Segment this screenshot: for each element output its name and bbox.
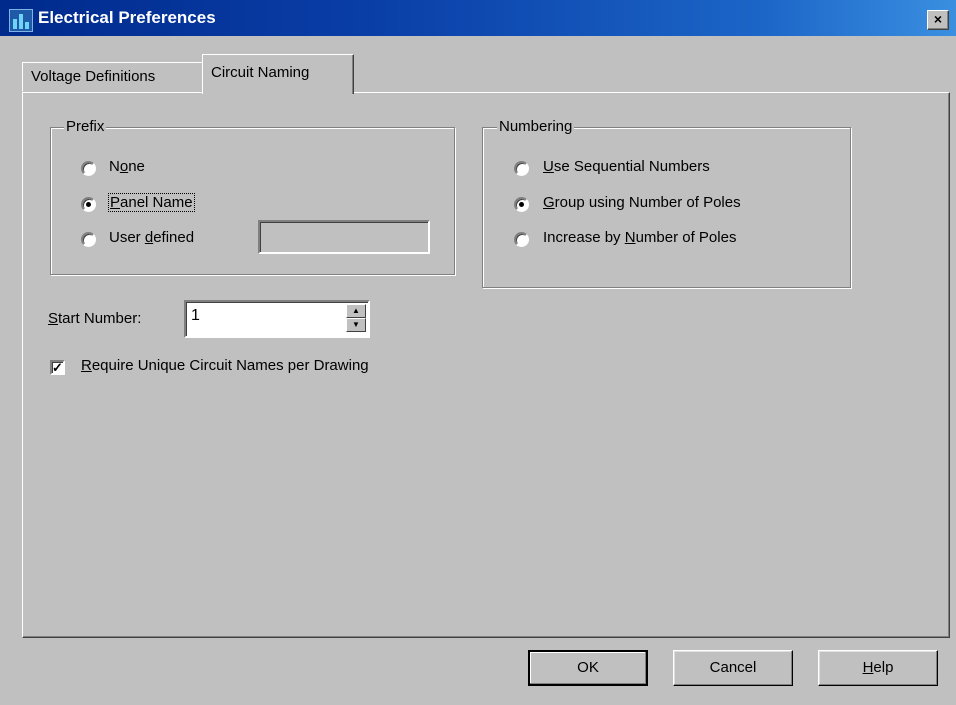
prefix-none-radio[interactable] (81, 161, 96, 176)
prefix-none-label[interactable]: None (109, 158, 145, 175)
cancel-button[interactable]: Cancel (673, 650, 793, 686)
numbering-increase-poles-label[interactable]: Increase by Number of Poles (543, 229, 736, 246)
prefix-legend: Prefix (64, 118, 107, 135)
user-defined-prefix-input[interactable] (258, 220, 430, 254)
numbering-legend: Numbering (497, 118, 575, 135)
numbering-sequential-label[interactable]: Use Sequential Numbers (543, 158, 710, 175)
spin-up-icon[interactable]: ▲ (346, 304, 366, 318)
numbering-sequential-radio[interactable] (514, 161, 529, 176)
numbering-group-poles-label[interactable]: Group using Number of Poles (543, 194, 741, 211)
electrical-app-icon[interactable] (9, 9, 33, 32)
prefix-user-defined-label[interactable]: User defined (109, 229, 194, 246)
unique-names-checkbox[interactable]: ✓ (50, 360, 65, 375)
tab-label: Circuit Naming (211, 64, 310, 81)
ok-button[interactable]: OK (528, 650, 648, 686)
spin-down-icon[interactable]: ▼ (346, 318, 366, 332)
tab-circuit-naming[interactable]: Circuit Naming (202, 54, 354, 94)
help-button[interactable]: Help (818, 650, 938, 686)
tab-label: Voltage Definitions (31, 68, 156, 85)
prefix-user-defined-radio[interactable] (81, 232, 96, 247)
unique-names-label[interactable]: Require Unique Circuit Names per Drawing (81, 357, 369, 374)
prefix-panel-name-label[interactable]: Panel Name (108, 193, 195, 212)
tab-voltage-definitions[interactable]: Voltage Definitions (22, 62, 203, 92)
start-number-input[interactable]: 1 (184, 300, 370, 338)
numbering-group-poles-radio[interactable] (514, 197, 529, 212)
close-icon[interactable]: × (927, 10, 949, 30)
numbering-increase-poles-radio[interactable] (514, 232, 529, 247)
prefix-panel-name-radio[interactable] (81, 197, 96, 212)
start-number-label: Start Number: (48, 310, 142, 327)
window-title: Electrical Preferences (38, 8, 216, 27)
